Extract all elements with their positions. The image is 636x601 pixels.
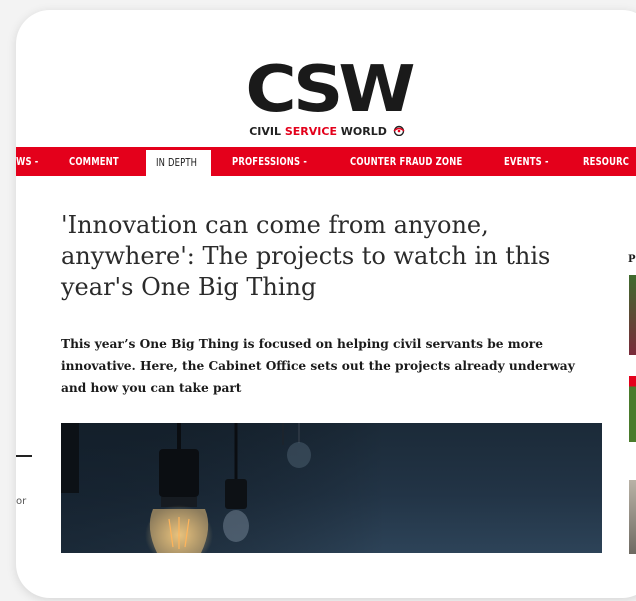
nav-item-in-depth-label: IN DEPTH [156, 156, 198, 169]
logo-sub-service: SERVICE [284, 125, 337, 138]
article-headline: 'Innovation can come from anyone, anywhe… [61, 211, 551, 301]
logo-mark: CSW [245, 51, 415, 127]
left-divider [16, 455, 32, 457]
left-text-fragment: or [16, 496, 27, 507]
nav-item-events[interactable]: EVENTS - [504, 147, 549, 176]
logo-subtitle: CIVIL SERVICE WORLD [228, 125, 428, 139]
page-card: CSW CIVIL SERVICE WORLD WS - COMMENT IN … [16, 10, 636, 598]
sidebar-thumbnail-1[interactable] [629, 275, 636, 355]
nav-item-comment[interactable]: COMMENT [69, 147, 119, 176]
nav-item-news[interactable]: WS - [16, 147, 38, 176]
article-standfirst: This year’s One Big Thing is focused on … [61, 337, 575, 395]
nav-item-resources[interactable]: RESOURC [583, 147, 629, 176]
nav-item-in-depth[interactable]: IN DEPTH [146, 150, 212, 176]
logo-sub-world: WORLD [336, 125, 387, 138]
sidebar-thumbnail-3[interactable] [629, 480, 636, 554]
sidebar-thumbnail-2[interactable] [629, 376, 636, 442]
nav-item-counter-fraud-zone[interactable]: COUNTER FRAUD ZONE [350, 147, 462, 176]
site-logo[interactable]: CSW CIVIL SERVICE WORLD [228, 54, 428, 144]
hanging-bulbs-illustration [61, 423, 602, 553]
sidebar-heading-fragment: P [628, 254, 636, 265]
logo-sub-civil: CIVIL [249, 125, 285, 138]
article-hero-image [61, 423, 602, 553]
main-nav: WS - COMMENT IN DEPTH PROFESSIONS - COUN… [16, 147, 636, 176]
nav-item-professions[interactable]: PROFESSIONS - [232, 147, 307, 176]
